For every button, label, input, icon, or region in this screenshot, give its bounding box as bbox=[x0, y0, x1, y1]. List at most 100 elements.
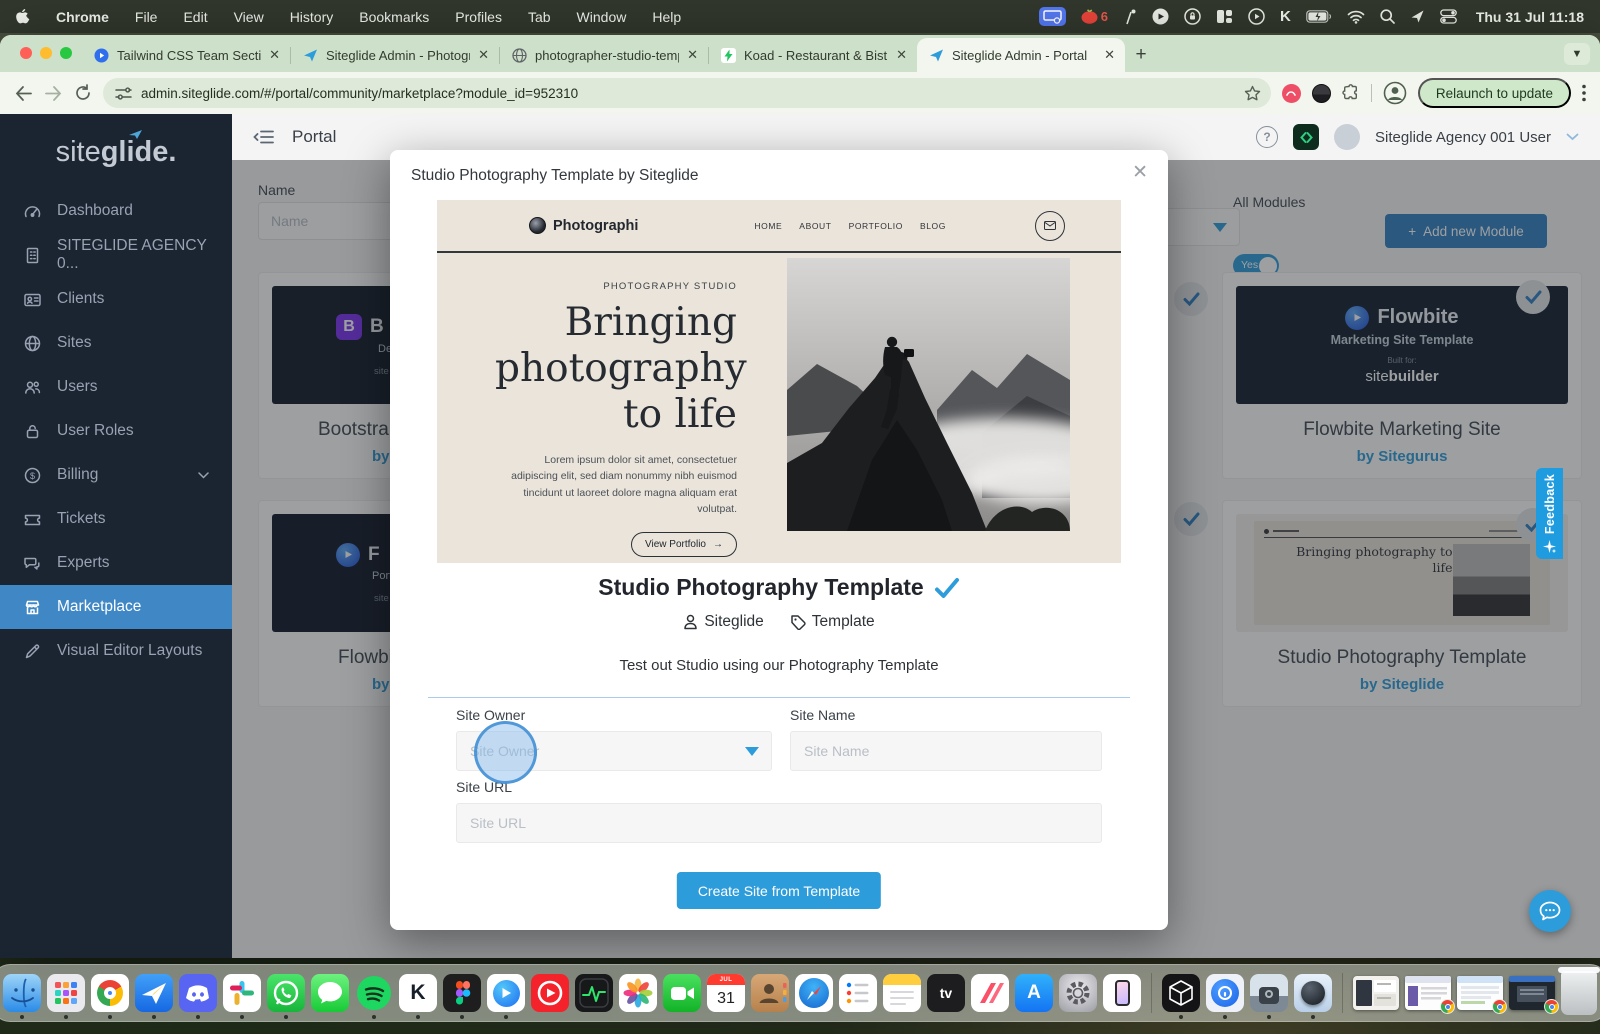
tab-search-chevron[interactable]: ▼ bbox=[1564, 43, 1590, 65]
extension-icon-dark[interactable] bbox=[1312, 84, 1331, 103]
capture-lock-icon[interactable] bbox=[1184, 8, 1201, 25]
sidebar-item-users[interactable]: Users bbox=[0, 365, 232, 409]
sidebar-item-visual-editor-layouts[interactable]: Visual Editor Layouts bbox=[0, 629, 232, 673]
dock-system-settings[interactable] bbox=[1059, 974, 1097, 1012]
window-manager-icon[interactable] bbox=[1216, 8, 1233, 25]
dock-minimized-window-4[interactable] bbox=[1509, 976, 1555, 1010]
card-author[interactable]: by Siteglide bbox=[1236, 676, 1568, 693]
site-url-input[interactable] bbox=[457, 804, 1101, 842]
dock-minimized-window-2[interactable] bbox=[1405, 976, 1451, 1010]
menu-history[interactable]: History bbox=[290, 9, 334, 25]
dock-apple-tv[interactable]: tv bbox=[927, 974, 965, 1012]
url-text[interactable]: admin.siteglide.com/#/portal/community/m… bbox=[141, 86, 1235, 101]
battery-icon[interactable] bbox=[1306, 10, 1332, 23]
pomodoro-timer-icon[interactable]: 6 bbox=[1081, 9, 1108, 24]
menu-bookmarks[interactable]: Bookmarks bbox=[359, 9, 429, 25]
siteglide-green-icon[interactable] bbox=[1293, 124, 1319, 150]
sidebar-item-dashboard[interactable]: Dashboard bbox=[0, 189, 232, 233]
control-center-icon[interactable] bbox=[1440, 9, 1457, 24]
sidebar-item-billing[interactable]: $ Billing bbox=[0, 453, 232, 497]
close-tab-icon[interactable]: ✕ bbox=[687, 47, 698, 63]
dock-safari[interactable] bbox=[795, 974, 833, 1012]
menubar-clock[interactable]: Thu 31 Jul 11:18 bbox=[1476, 9, 1584, 25]
dock-iphone-mirroring[interactable] bbox=[1103, 974, 1141, 1012]
sidebar-item-agency[interactable]: SITEGLIDE AGENCY 0... bbox=[0, 233, 232, 277]
help-icon[interactable]: ? bbox=[1256, 126, 1278, 148]
user-name[interactable]: Siteglide Agency 001 User bbox=[1375, 129, 1551, 146]
menu-view[interactable]: View bbox=[234, 9, 264, 25]
dock-reminders[interactable] bbox=[839, 974, 877, 1012]
dock-activity-monitor[interactable] bbox=[575, 974, 613, 1012]
menu-edit[interactable]: Edit bbox=[183, 9, 207, 25]
wifi-icon[interactable] bbox=[1347, 10, 1365, 24]
card-author[interactable]: by Sitegurus bbox=[1236, 448, 1568, 465]
dock-trash[interactable] bbox=[1561, 971, 1597, 1015]
sidebar-collapse-icon[interactable] bbox=[253, 128, 275, 146]
apple-menu-icon[interactable] bbox=[16, 9, 30, 25]
dock-slack[interactable] bbox=[223, 974, 261, 1012]
user-avatar[interactable] bbox=[1334, 124, 1360, 150]
tab-siteglide-photography[interactable]: Siteglide Admin - Photograph ✕ bbox=[291, 38, 499, 72]
sidebar-item-clients[interactable]: Clients bbox=[0, 277, 232, 321]
new-tab-button[interactable]: + bbox=[1125, 38, 1157, 72]
site-name-input[interactable] bbox=[791, 732, 1101, 770]
close-tab-icon[interactable]: ✕ bbox=[1104, 47, 1115, 63]
close-tab-icon[interactable]: ✕ bbox=[478, 47, 489, 63]
sidebar-item-tickets[interactable]: Tickets bbox=[0, 497, 232, 541]
dock-whatsapp[interactable] bbox=[267, 974, 305, 1012]
dock-push-button[interactable] bbox=[1294, 974, 1332, 1012]
dock-keka[interactable]: K bbox=[399, 974, 437, 1012]
pen-status-icon[interactable] bbox=[1123, 9, 1137, 25]
record-status-icon[interactable] bbox=[1152, 8, 1169, 25]
dock-messages[interactable] bbox=[311, 974, 349, 1012]
close-tab-icon[interactable]: ✕ bbox=[896, 47, 907, 63]
feedback-tab[interactable]: Feedback bbox=[1536, 468, 1563, 559]
dock-spark-mail[interactable] bbox=[135, 974, 173, 1012]
sidebar-item-experts[interactable]: Experts bbox=[0, 541, 232, 585]
menubar-app-name[interactable]: Chrome bbox=[56, 9, 109, 25]
site-info-icon[interactable] bbox=[115, 86, 132, 101]
dock-launchpad[interactable] bbox=[47, 974, 85, 1012]
menu-file[interactable]: File bbox=[135, 9, 158, 25]
dock-facetime[interactable] bbox=[663, 974, 701, 1012]
dock-chrome[interactable] bbox=[91, 974, 129, 1012]
browser-menu-icon[interactable] bbox=[1582, 84, 1586, 102]
add-new-module-button[interactable]: + Add new Module bbox=[1385, 214, 1547, 248]
relaunch-to-update-button[interactable]: Relaunch to update bbox=[1418, 78, 1571, 108]
extensions-puzzle-icon[interactable] bbox=[1342, 84, 1360, 102]
bookmark-star-icon[interactable] bbox=[1244, 85, 1261, 101]
dock-notes[interactable] bbox=[883, 974, 921, 1012]
template-card-studio-photography[interactable]: Bringing photography to life Studio Phot… bbox=[1222, 500, 1582, 707]
close-tab-icon[interactable]: ✕ bbox=[269, 47, 280, 63]
menu-help[interactable]: Help bbox=[652, 9, 681, 25]
play-circle-icon[interactable] bbox=[1248, 8, 1265, 25]
dock-calendar[interactable]: JUL 31 bbox=[707, 974, 745, 1012]
sidebar-item-sites[interactable]: Sites bbox=[0, 321, 232, 365]
tab-tailwind[interactable]: Tailwind CSS Team Sections ✕ bbox=[82, 38, 290, 72]
dock-photos[interactable] bbox=[619, 974, 657, 1012]
minimize-window-button[interactable] bbox=[40, 47, 52, 59]
dock-spotify[interactable] bbox=[355, 974, 393, 1012]
tab-siteglide-portal-active[interactable]: Siteglide Admin - Portal ✕ bbox=[917, 38, 1125, 72]
window-controls[interactable] bbox=[20, 47, 72, 59]
dock-1password[interactable] bbox=[1206, 974, 1244, 1012]
create-site-button[interactable]: Create Site from Template bbox=[677, 872, 881, 909]
chat-bubble-button[interactable] bbox=[1529, 890, 1571, 932]
zoom-window-button[interactable] bbox=[60, 47, 72, 59]
menu-tab[interactable]: Tab bbox=[528, 9, 551, 25]
sidebar-item-marketplace[interactable]: Marketplace bbox=[0, 585, 232, 629]
menu-profiles[interactable]: Profiles bbox=[455, 9, 502, 25]
all-modules-toggle[interactable]: Yes bbox=[1233, 254, 1279, 277]
close-window-button[interactable] bbox=[20, 47, 32, 59]
tab-koad-restaurant[interactable]: Koad - Restaurant & Bistro H ✕ bbox=[709, 38, 917, 72]
dock-3d-tool[interactable] bbox=[1162, 974, 1200, 1012]
sidebar-item-user-roles[interactable]: User Roles bbox=[0, 409, 232, 453]
dock-minimized-window-1[interactable] bbox=[1353, 976, 1399, 1010]
user-chevron-down-icon[interactable] bbox=[1566, 133, 1579, 141]
dock-minimized-window-3[interactable] bbox=[1457, 976, 1503, 1010]
reload-button[interactable] bbox=[74, 84, 92, 102]
dock-video-app[interactable] bbox=[487, 974, 525, 1012]
site-url-field[interactable] bbox=[456, 803, 1102, 843]
dock-youtube-music[interactable] bbox=[531, 974, 569, 1012]
back-button[interactable] bbox=[14, 85, 33, 102]
